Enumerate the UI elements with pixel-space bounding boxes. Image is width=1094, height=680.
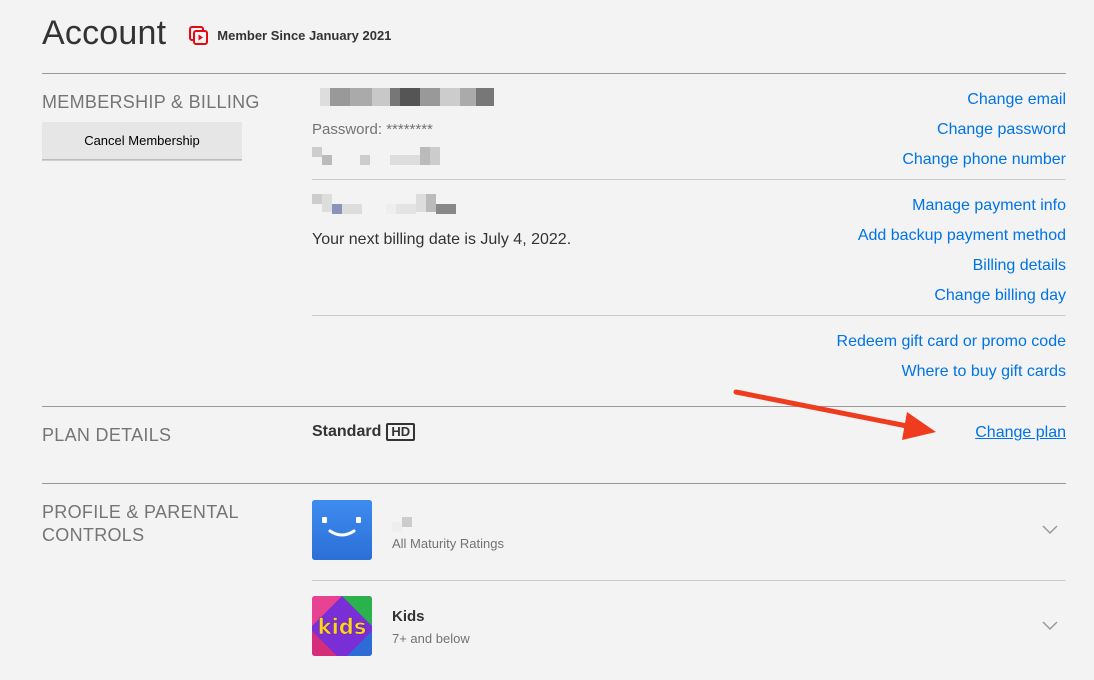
manage-payment-link[interactable]: Manage payment info xyxy=(912,197,1066,215)
member-since: Member Since January 2021 xyxy=(188,25,391,47)
profiles-section-label: PROFILE & PARENTAL CONTROLS xyxy=(42,502,239,545)
next-billing-date: Your next billing date is July 4, 2022. xyxy=(312,231,572,248)
smiley-avatar[interactable] xyxy=(312,500,372,560)
plan-info: Standard HD xyxy=(312,423,416,441)
profile-name: Kids xyxy=(392,608,425,625)
kids-avatar[interactable]: kids xyxy=(312,596,372,656)
plan-name: Standard xyxy=(312,423,382,440)
section-divider xyxy=(42,73,1066,74)
cancel-membership-button[interactable]: Cancel Membership xyxy=(42,122,242,160)
redacted-profile-name xyxy=(392,517,412,532)
redacted-email xyxy=(320,88,494,106)
member-since-text: Member Since January 2021 xyxy=(217,28,392,43)
page-title: Account xyxy=(42,14,167,52)
change-billing-day-link[interactable]: Change billing day xyxy=(934,287,1066,305)
kids-logo-icon: kids xyxy=(312,596,372,656)
subsection-divider xyxy=(312,580,1066,581)
add-backup-payment-link[interactable]: Add backup payment method xyxy=(858,227,1066,245)
billing-details-link[interactable]: Billing details xyxy=(973,257,1066,275)
hd-badge: HD xyxy=(386,423,416,441)
membership-section-label: MEMBERSHIP & BILLING xyxy=(42,92,260,112)
membership-card-icon xyxy=(189,25,209,45)
profile-maturity: All Maturity Ratings xyxy=(392,536,504,551)
section-divider xyxy=(42,483,1066,484)
subsection-divider xyxy=(312,315,1066,316)
change-phone-link[interactable]: Change phone number xyxy=(902,151,1066,169)
chevron-down-icon[interactable] xyxy=(1041,620,1059,632)
redacted-phone xyxy=(312,147,440,165)
plan-section-label: PLAN DETAILS xyxy=(42,425,172,445)
account-header: Account Member Since January 2021 xyxy=(42,14,391,53)
password-text: Password: ******** xyxy=(312,121,433,138)
svg-text:kids: kids xyxy=(318,615,367,639)
redeem-gift-card-link[interactable]: Redeem gift card or promo code xyxy=(837,333,1066,351)
change-password-link[interactable]: Change password xyxy=(937,121,1066,139)
change-email-link[interactable]: Change email xyxy=(967,91,1066,109)
smiley-face-icon xyxy=(312,500,372,560)
change-plan-link[interactable]: Change plan xyxy=(975,424,1066,442)
subsection-divider xyxy=(312,179,1066,180)
buy-gift-cards-link[interactable]: Where to buy gift cards xyxy=(901,363,1066,381)
annotation-arrow xyxy=(733,389,936,440)
profile-maturity: 7+ and below xyxy=(392,631,470,646)
chevron-down-icon[interactable] xyxy=(1041,524,1059,536)
redacted-payment xyxy=(312,194,456,214)
